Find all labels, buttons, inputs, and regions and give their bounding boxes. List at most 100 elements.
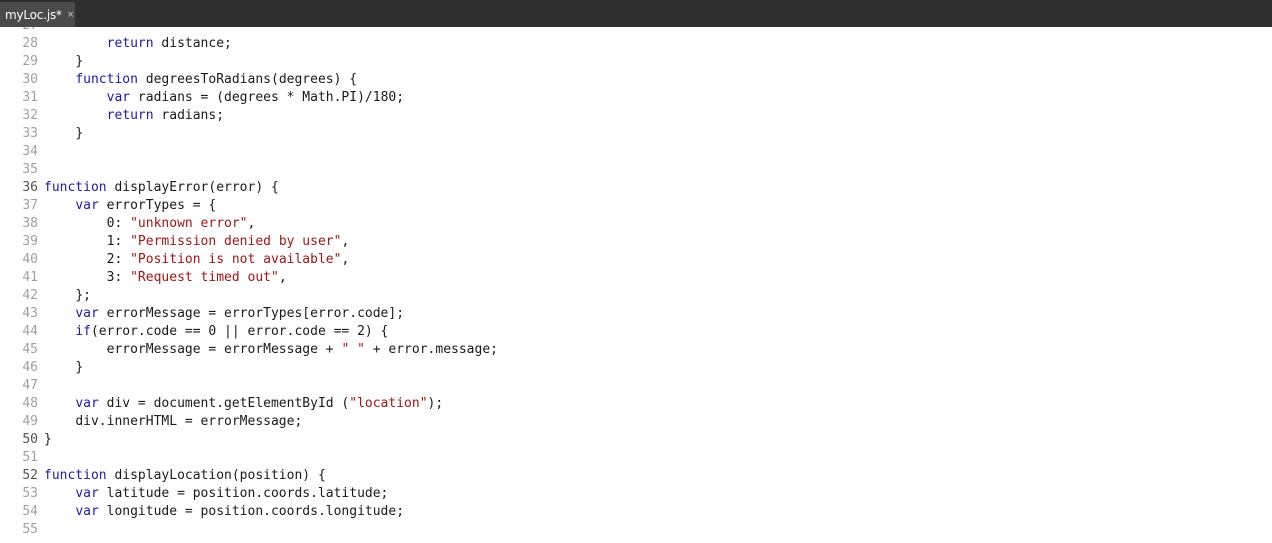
line-number: 33: [22, 126, 38, 141]
code-line[interactable]: 38 0: "unknown error",: [0, 215, 498, 233]
code-text: var errorMessage = errorTypes[error.code…: [39, 305, 404, 323]
tab-bar: myLoc.js* ×: [0, 0, 1272, 27]
keyword-token: var: [75, 486, 99, 501]
code-line[interactable]: 45 errorMessage = errorMessage + " " + e…: [0, 341, 498, 359]
line-number: 35: [22, 162, 38, 177]
line-number: 44: [22, 324, 38, 339]
code-text: }: [39, 431, 52, 449]
code-token: ,: [247, 216, 256, 231]
code-token: errorMessage = errorTypes[error.code];: [98, 306, 405, 321]
line-number: 38: [22, 216, 38, 231]
code-text: var radians = (degrees * Math.PI)/180;: [39, 89, 404, 107]
code-line[interactable]: 31 var radians = (degrees * Math.PI)/180…: [0, 89, 498, 107]
line-number: 55: [22, 522, 38, 537]
code-line[interactable]: 53 var latitude = position.coords.latitu…: [0, 485, 498, 503]
keyword-token: return: [106, 36, 154, 51]
code-text: };: [39, 287, 91, 305]
code-token: ,: [341, 234, 350, 249]
line-number: 37: [22, 198, 38, 213]
code-editor[interactable]: 2728 return distance;29 }30 function deg…: [0, 27, 1272, 543]
line-number: 51: [22, 450, 38, 465]
close-icon[interactable]: ×: [67, 10, 75, 20]
code-line[interactable]: 34: [0, 143, 498, 161]
code-line[interactable]: 48 var div = document.getElementById ("l…: [0, 395, 498, 413]
code-text: }: [39, 53, 83, 71]
line-number: 27: [0, 27, 39, 35]
string-token: "unknown error": [130, 216, 248, 231]
code-line[interactable]: 54 var longitude = position.coords.longi…: [0, 503, 498, 521]
code-line[interactable]: 36 function displayError(error) {: [0, 179, 498, 197]
code-line[interactable]: 55: [0, 521, 498, 539]
code-token: }: [44, 432, 52, 447]
code-line[interactable]: 46 }: [0, 359, 498, 377]
code-line[interactable]: 35: [0, 161, 498, 179]
line-number: 53: [22, 486, 38, 501]
code-token: displayLocation(position) {: [106, 468, 326, 483]
code-line[interactable]: 39 1: "Permission denied by user",: [0, 233, 498, 251]
line-number: 32: [22, 108, 38, 123]
code-line[interactable]: 47: [0, 377, 498, 395]
code-line[interactable]: 52 function displayLocation(position) {: [0, 467, 498, 485]
keyword-token: if: [75, 324, 91, 339]
code-token: errorMessage = errorMessage +: [106, 342, 342, 357]
code-line[interactable]: 28 return distance;: [0, 35, 498, 53]
keyword-token: var: [75, 306, 99, 321]
code-line[interactable]: 41 3: "Request timed out",: [0, 269, 498, 287]
code-token: ,: [278, 270, 287, 285]
code-text: var div = document.getElementById ("loca…: [39, 395, 443, 413]
line-number: 50: [22, 432, 38, 447]
tab-title: myLoc.js*: [5, 7, 62, 22]
keyword-token: function: [75, 72, 138, 87]
code-line[interactable]: 37 var errorTypes = {: [0, 197, 498, 215]
line-number: 41: [22, 270, 38, 285]
code-line[interactable]: 32 return radians;: [0, 107, 498, 125]
line-number: 30: [22, 72, 38, 87]
line-number: 34: [22, 144, 38, 159]
line-number: 36: [22, 180, 38, 195]
code-line[interactable]: 43 var errorMessage = errorTypes[error.c…: [0, 305, 498, 323]
code-text: function displayError(error) {: [39, 179, 279, 197]
code-line[interactable]: 29 }: [0, 53, 498, 71]
code-token: div = document.getElementById (: [98, 396, 350, 411]
keyword-token: var: [75, 504, 99, 519]
code-text: var errorTypes = {: [39, 197, 216, 215]
code-token: }: [75, 126, 84, 141]
line-number: 48: [22, 396, 38, 411]
code-text: var latitude = position.coords.latitude;: [39, 485, 388, 503]
code-line[interactable]: 42 };: [0, 287, 498, 305]
string-token: "Position is not available": [130, 252, 342, 267]
tab-myloc-js[interactable]: myLoc.js* ×: [0, 2, 75, 27]
line-number: 42: [22, 288, 38, 303]
code-line[interactable]: 30 function degreesToRadians(degrees) {: [0, 71, 498, 89]
code-line[interactable]: 40 2: "Position is not available",: [0, 251, 498, 269]
string-token: "Request timed out": [130, 270, 279, 285]
line-number: 45: [22, 342, 38, 357]
keyword-token: return: [106, 108, 154, 123]
code-token: 1:: [106, 234, 131, 249]
code-line[interactable]: 33 }: [0, 125, 498, 143]
code-token: latitude = position.coords.latitude;: [98, 486, 389, 501]
code-line[interactable]: 50}: [0, 431, 498, 449]
code-line[interactable]: 27: [0, 27, 498, 35]
code-text: errorMessage = errorMessage + " " + erro…: [39, 341, 498, 359]
code-line[interactable]: 49 div.innerHTML = errorMessage;: [0, 413, 498, 431]
code-line[interactable]: 44 if(error.code == 0 || error.code == 2…: [0, 323, 498, 341]
line-number: 29: [22, 54, 38, 69]
code-line[interactable]: 51: [0, 449, 498, 467]
code-text: 0: "unknown error",: [39, 215, 256, 233]
code-token: }: [75, 360, 84, 375]
line-number: 54: [22, 504, 38, 519]
code-token: errorTypes = {: [98, 198, 217, 213]
